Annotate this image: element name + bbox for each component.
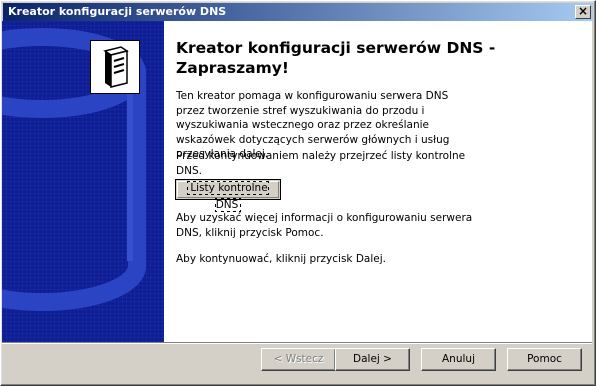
footer-separator-highlight (2, 343, 592, 344)
back-button[interactable]: < Wstecz (261, 348, 336, 371)
page-title: Kreator konfiguracji serwerów DNS - Zapr… (176, 39, 496, 77)
continue-text: Aby kontynuować, kliknij przycisk Dalej. (176, 253, 386, 265)
next-button[interactable]: Dalej > (335, 348, 410, 371)
server-tower-icon (90, 40, 140, 94)
wizard-content: Kreator konfiguracji serwerów DNS - Zapr… (164, 21, 592, 342)
checklist-prompt-text: Przed kontynuowaniem należy przejrzeć li… (176, 150, 466, 177)
cancel-button[interactable]: Anuluj (421, 348, 496, 371)
wizard-side-graphic (2, 21, 164, 342)
window-title: Kreator konfiguracji serwerów DNS (8, 5, 227, 18)
title-bar[interactable]: Kreator konfiguracji serwerów DNS × (3, 3, 593, 21)
close-button[interactable]: × (575, 5, 591, 19)
dns-checklists-button[interactable]: Listy kontrolne DNS (175, 179, 281, 212)
help-button[interactable]: Pomoc (507, 348, 582, 371)
help-info-text: Aby uzyskać więcej informacji o konfigur… (176, 212, 473, 239)
